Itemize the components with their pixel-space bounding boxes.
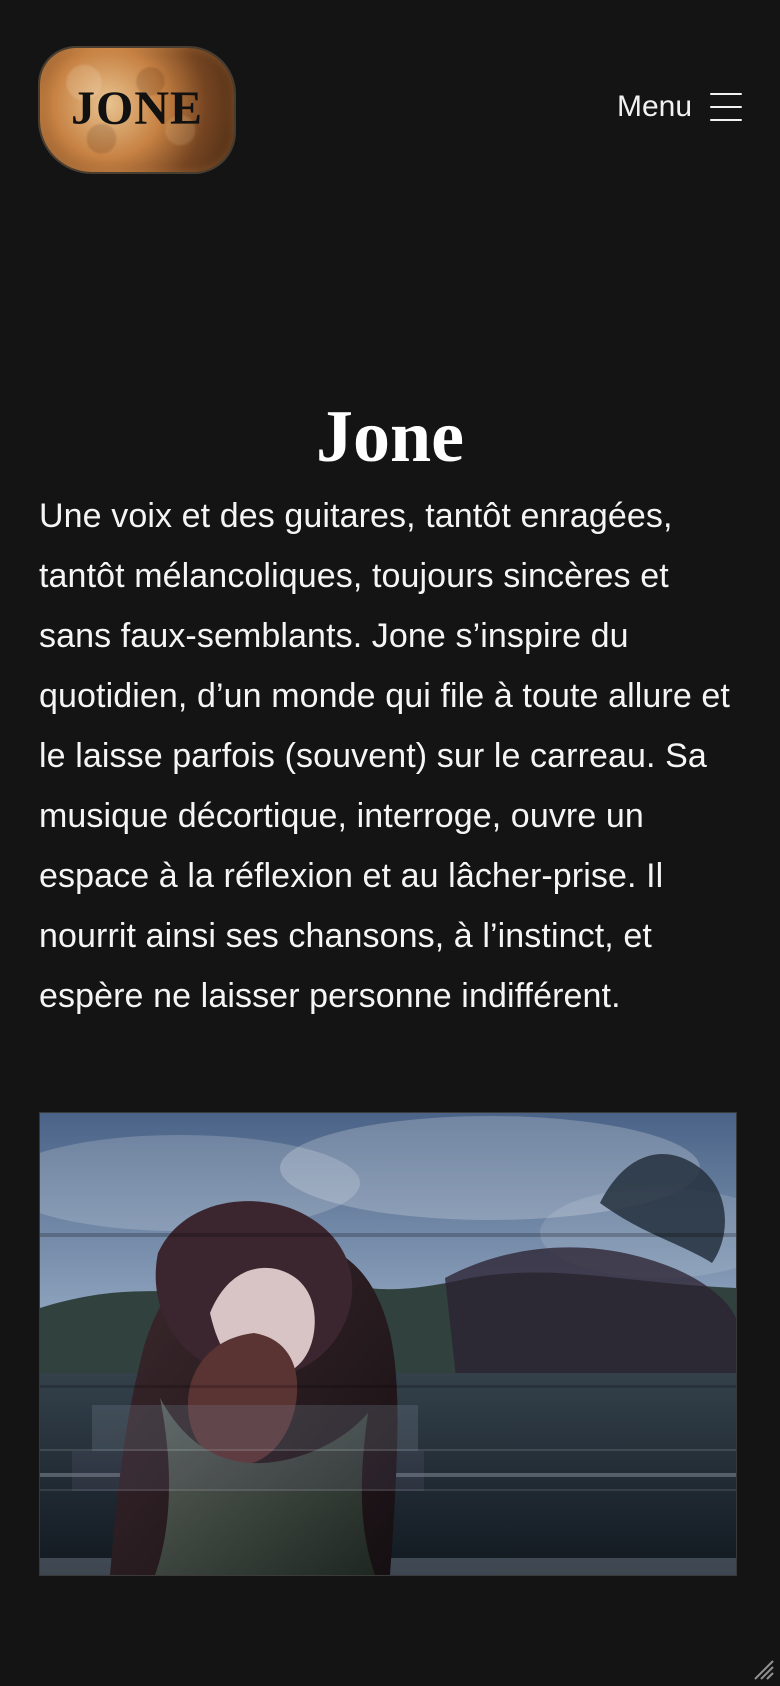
- site-header: JONE Menu: [0, 0, 780, 200]
- site-logo[interactable]: JONE: [40, 48, 234, 172]
- cropped-heading-shape: [240, 1645, 660, 1686]
- next-section-heading-partial: [240, 1645, 660, 1686]
- intro-text: Une voix et des guitares, tantôt enragée…: [39, 486, 743, 1026]
- menu-label: Menu: [616, 90, 692, 123]
- page-title: Jone: [316, 395, 464, 478]
- resize-handle-icon: [754, 1660, 774, 1680]
- page: JONE Menu Jone Une voix et des guitares,…: [0, 0, 780, 1686]
- hamburger-icon: [710, 93, 742, 121]
- intro-paragraph: Une voix et des guitares, tantôt enragée…: [39, 497, 730, 1015]
- portrait-photo-icon: [40, 1113, 736, 1575]
- logo-wordmark: JONE: [70, 82, 203, 135]
- menu-button[interactable]: Menu: [617, 92, 742, 122]
- portrait-photo: [39, 1112, 737, 1576]
